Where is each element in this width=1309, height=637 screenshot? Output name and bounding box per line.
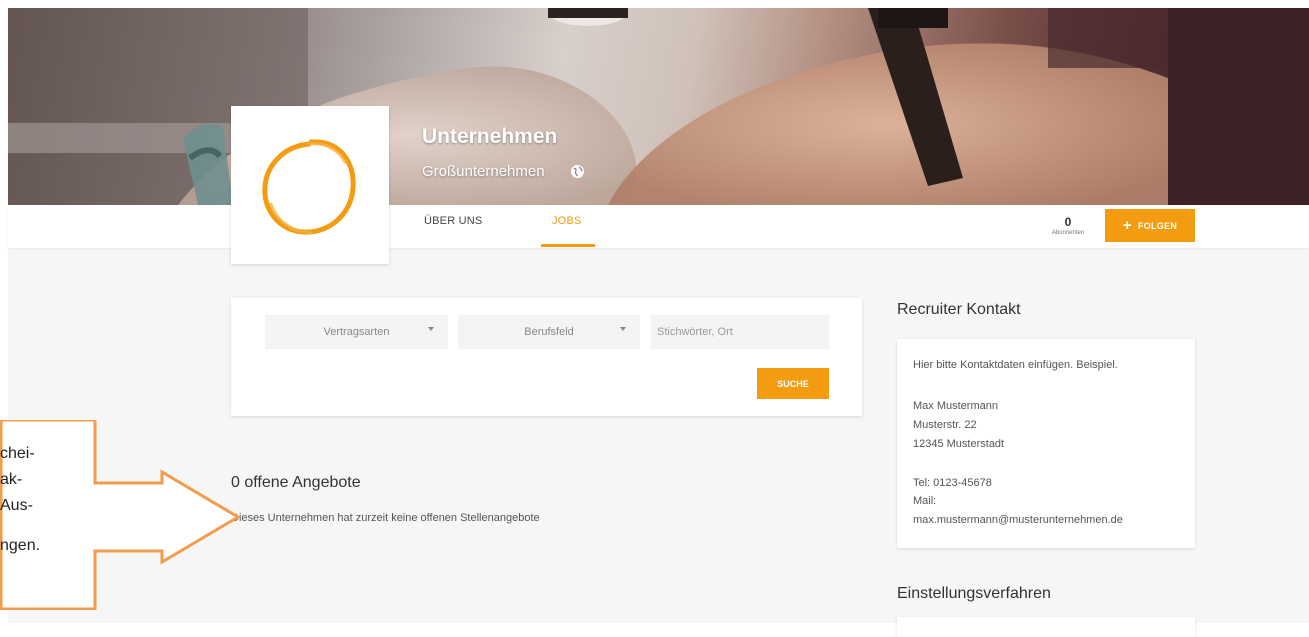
followers-label: Abonnenten	[1051, 230, 1085, 236]
contact-mail-label: Mail:	[913, 495, 937, 507]
contact-city: 12345 Musterstadt	[913, 438, 1005, 450]
tab-about-us[interactable]: ÜBER UNS	[424, 215, 482, 227]
company-logo	[231, 106, 389, 264]
contact-phone: Tel: 0123-45678	[913, 477, 992, 489]
recruiter-contact-heading: Recruiter Kontakt	[897, 301, 1021, 318]
follow-button[interactable]: + FOLGEN	[1105, 209, 1195, 242]
contract-type-label: Vertragsarten	[323, 326, 390, 338]
contract-type-select[interactable]: Vertragsarten	[265, 315, 448, 349]
globe-icon	[570, 164, 585, 179]
chevron-down-icon	[428, 327, 434, 331]
plus-icon: +	[1122, 217, 1132, 234]
annotation-line-2: ak-	[0, 471, 23, 488]
logo-ring-icon	[262, 139, 356, 235]
followers-count: 0	[1064, 215, 1072, 229]
header-image	[8, 8, 1309, 205]
no-offers-message: Dieses Unternehmen hat zurzeit keine off…	[231, 512, 540, 524]
keyword-location-input[interactable]	[651, 315, 829, 349]
hiring-process-heading: Einstellungsverfahren	[897, 585, 1051, 602]
company-type: Großunternehmen	[422, 163, 545, 180]
contact-name: Max Mustermann	[913, 400, 998, 412]
tab-jobs[interactable]: JOBS	[552, 215, 582, 227]
contact-street: Musterstr. 22	[913, 419, 977, 431]
arrow-right-icon	[0, 420, 241, 610]
annotation-line-1: chei-	[0, 445, 35, 462]
follow-button-label: FOLGEN	[1137, 220, 1178, 231]
profession-field-select[interactable]: Berufsfeld	[458, 315, 640, 349]
profession-field-label: Berufsfeld	[524, 326, 574, 338]
hiring-process-card	[897, 617, 1195, 637]
annotation-line-3: Aus-	[0, 497, 33, 514]
chevron-down-icon	[620, 327, 626, 331]
search-button[interactable]: SUCHE	[757, 368, 829, 399]
contact-email[interactable]: max.mustermann@musterunternehmen.de	[913, 514, 1123, 526]
company-name: Unternehmen	[422, 125, 558, 148]
active-tab-indicator	[541, 244, 595, 247]
contact-intro: Hier bitte Kontaktdaten einfügen. Beispi…	[913, 359, 1118, 371]
annotation-line-4: ngen.	[0, 537, 41, 554]
